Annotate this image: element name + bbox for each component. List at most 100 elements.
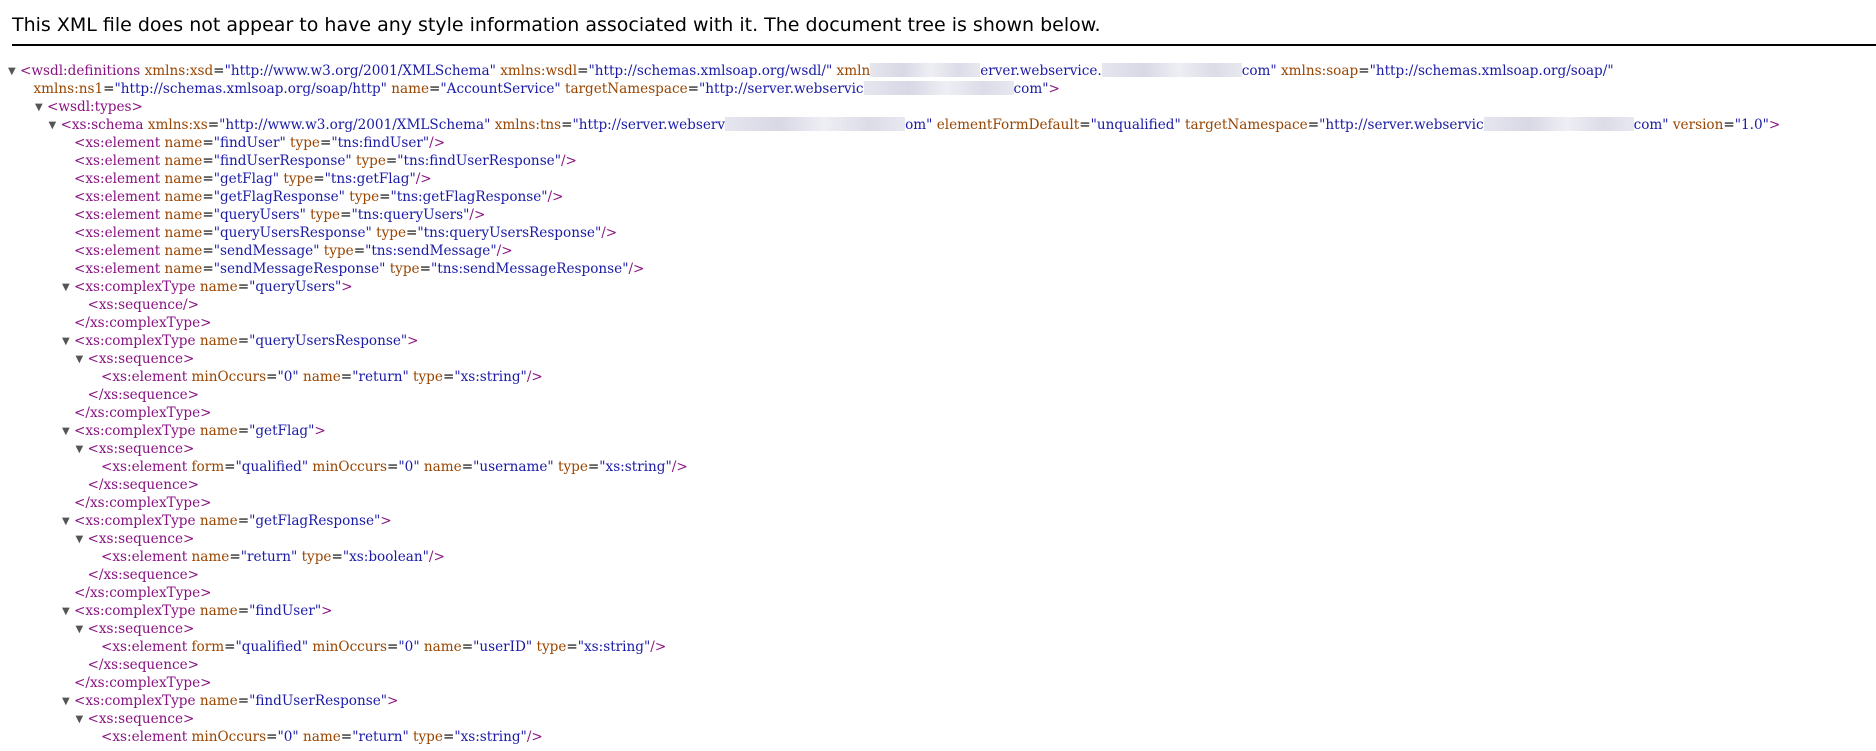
xml-line-content: </xs:complexType> — [74, 584, 212, 602]
xml-txt-token: = — [202, 153, 214, 169]
xml-val-token: "unqualified" — [1090, 117, 1181, 133]
xml-tag-token: <xs:element — [74, 207, 161, 223]
xml-val-token: "0" — [277, 369, 299, 385]
xml-val-token: "http://schemas.xmlsoap.org/soap/" — [1369, 63, 1614, 79]
xml-txt-token: = — [385, 153, 398, 169]
xml-line-sequence-open: ▼ <xs:sequence> — [0, 530, 1876, 548]
xml-tag-token: <xs:complexType — [74, 423, 196, 439]
xml-tag-token: > — [1768, 117, 1781, 133]
xml-tag-token: > — [380, 513, 392, 529]
xml-line-content: </xs:complexType> — [74, 314, 212, 332]
xml-val-token: "tns:sendMessageResponse" — [431, 261, 629, 277]
xml-attr-token: name — [195, 423, 238, 439]
xml-tag-token: /> — [415, 171, 432, 187]
xml-line-content: <xs:schema xmlns:xs="http://www.w3.org/2… — [61, 116, 1781, 134]
xml-attr-token: targetNamespace — [560, 81, 688, 97]
xml-attr-token: name — [160, 189, 203, 205]
xml-attr-token: xmlns:wsdl — [495, 63, 578, 79]
collapse-toggle-icon[interactable]: ▼ — [8, 63, 16, 81]
collapse-toggle-icon[interactable]: ▼ — [76, 711, 84, 729]
xml-tag-token: > — [341, 279, 353, 295]
xml-val-token: "http://server.webserv — [572, 117, 726, 133]
xml-line-element-sendMessageResponse: <xs:element name="sendMessageResponse" t… — [0, 260, 1876, 278]
collapse-toggle-icon[interactable]: ▼ — [62, 693, 70, 711]
xml-tag-token: </xs:sequence> — [87, 477, 200, 493]
xml-val-token: "xs:string" — [577, 639, 651, 655]
collapse-toggle-icon[interactable]: ▼ — [62, 333, 70, 351]
xml-line-element-username: <xs:element form="qualified" minOccurs="… — [0, 458, 1876, 476]
xml-tag-token: <wsdl:definitions — [20, 63, 141, 79]
xml-line-content: <xs:element name="return" type="xs:boole… — [101, 548, 445, 566]
xml-val-token: com" — [1013, 81, 1049, 97]
xml-line-element-findUser: <xs:element name="findUser" type="tns:fi… — [0, 134, 1876, 152]
collapse-toggle-icon[interactable]: ▼ — [35, 99, 43, 117]
xml-attr-token: name — [187, 549, 230, 565]
collapse-toggle-icon[interactable]: ▼ — [62, 603, 70, 621]
xml-line-content: <xs:sequence/> — [88, 296, 200, 314]
xml-line-sequence-close: </xs:sequence> — [0, 566, 1876, 584]
xml-attr-token: xmlns:ns1 — [33, 81, 104, 97]
redacted-region — [863, 81, 1014, 95]
xml-val-token: "queryUsersResponse" — [213, 225, 372, 241]
xml-txt-token: = — [429, 81, 441, 97]
xml-tag-token: <xs:sequence> — [87, 531, 195, 547]
xml-attr-token: minOccurs — [308, 639, 388, 655]
collapse-toggle-icon[interactable]: ▼ — [76, 531, 84, 549]
xml-val-token: "http://www.w3.org/2001/XMLSchema" — [224, 63, 496, 79]
xml-tag-token: <xs:sequence> — [87, 621, 195, 637]
xml-txt-token: = — [587, 459, 600, 475]
xml-txt-token: = — [1079, 117, 1091, 133]
xml-line-element-return-boolean: <xs:element name="return" type="xs:boole… — [0, 548, 1876, 566]
xml-tag-token: <xs:sequence/> — [87, 297, 200, 313]
collapse-toggle-icon[interactable]: ▼ — [62, 279, 70, 297]
xml-txt-token: = — [1723, 117, 1735, 133]
xml-txt-token: = — [207, 117, 220, 133]
xml-line-element-return-string: <xs:element minOccurs="0" name="return" … — [0, 728, 1876, 746]
xml-line-sequence-open: ▼ <xs:sequence> — [0, 710, 1876, 728]
xml-line-wsdl-definitions-open-cont: xmlns:ns1 = "http://schemas.xmlsoap.org/so… — [0, 80, 1876, 98]
xml-tag-token: </xs:complexType> — [74, 405, 212, 421]
collapse-toggle-icon[interactable]: ▼ — [76, 351, 84, 369]
xml-attr-token: name — [419, 639, 462, 655]
xml-txt-token: = — [319, 135, 332, 151]
xml-txt-token: = — [340, 207, 352, 223]
xml-tag-token: </xs:complexType> — [74, 675, 212, 691]
xml-txt-token: = — [237, 333, 250, 349]
xml-tag-token: /> — [526, 369, 543, 385]
collapse-toggle-icon[interactable]: ▼ — [76, 621, 84, 639]
xml-tag-token: <xs:complexType — [74, 279, 196, 295]
xml-attr-token: type — [371, 225, 406, 241]
xml-val-token: "return" — [352, 729, 409, 745]
xml-val-token: "http://server.webservic — [699, 81, 864, 97]
xml-val-token: "http://schemas.xmlsoap.org/soap/http" — [114, 81, 387, 97]
xml-val-token: "findUser" — [249, 603, 322, 619]
collapse-toggle-icon[interactable]: ▼ — [62, 513, 70, 531]
xml-tag-token: > — [314, 423, 326, 439]
xml-tag-token: > — [387, 693, 399, 709]
xml-attr-token: type — [285, 135, 320, 151]
xml-txt-token: = — [237, 279, 250, 295]
xml-tag-token: /> — [560, 153, 577, 169]
xml-val-token: "xs:string" — [599, 459, 672, 475]
xml-val-token: "AccountService" — [440, 81, 561, 97]
xml-line-complexType-close: </xs:complexType> — [0, 674, 1876, 692]
xml-txt-token: = — [202, 135, 214, 151]
xml-txt-token: = — [461, 459, 474, 475]
xml-line-complexType-close: </xs:complexType> — [0, 584, 1876, 602]
collapse-toggle-icon[interactable]: ▼ — [49, 117, 57, 135]
xml-tag-token: </xs:sequence> — [87, 567, 200, 583]
collapse-toggle-icon[interactable]: ▼ — [76, 441, 84, 459]
xml-attr-token: name — [160, 225, 203, 241]
xml-tag-token: <xs:complexType — [74, 513, 196, 529]
xml-txt-token: = — [202, 189, 214, 205]
xml-val-token: "return" — [240, 549, 298, 565]
xml-attr-token: name — [386, 81, 430, 97]
xml-tag-token: <xs:element — [101, 729, 188, 745]
xml-line-content: <xs:complexType name="queryUsers"> — [74, 278, 353, 296]
xml-line-content: </xs:sequence> — [88, 656, 200, 674]
collapse-toggle-icon[interactable]: ▼ — [62, 423, 70, 441]
xml-attr-token: name — [419, 459, 462, 475]
xml-val-token: "0" — [398, 459, 420, 475]
xml-attr-token: minOccurs — [308, 459, 388, 475]
xml-tag-token: <xs:element — [101, 549, 188, 565]
